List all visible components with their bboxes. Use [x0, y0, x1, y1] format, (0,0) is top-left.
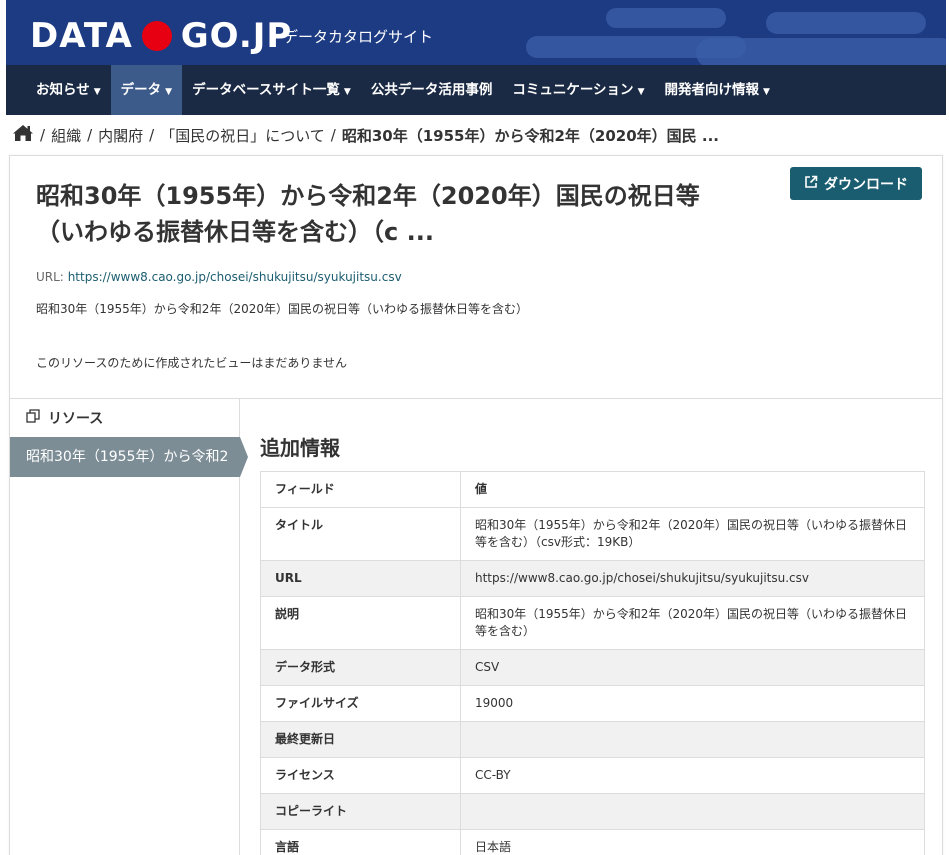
- nav-label: データ: [120, 82, 162, 98]
- value-cell: 昭和30年（1955年）から令和2年（2020年）国民の祝日等（いわゆる振替休日…: [460, 507, 925, 561]
- site-subtitle: データカタログサイト: [283, 28, 434, 46]
- additional-info-title: 追加情報: [260, 436, 340, 460]
- table-row: ライセンス CC-BY: [260, 757, 925, 794]
- table-header-row: フィールド 値: [260, 471, 925, 508]
- value-cell: [460, 721, 925, 758]
- caret-down-icon: ▼: [637, 87, 645, 97]
- sidebar-item-label: 昭和30年（1955年）から令和2: [26, 449, 229, 465]
- site-header: DATA GO.JP データカタログサイト: [6, 0, 946, 65]
- caret-down-icon: ▼: [165, 87, 173, 97]
- main-navbar: お知らせ ▼ データ ▼ データベースサイト一覧 ▼ 公共データ活用事例 コミュニケー…: [6, 65, 946, 115]
- field-cell: コピーライト: [260, 793, 461, 830]
- caret-down-icon: ▼: [93, 87, 101, 97]
- resource-header: 昭和30年（1955年）から令和2年（2020年）国民の祝日等 （いわゆる振替休…: [10, 156, 942, 399]
- resource-panel: 昭和30年（1955年）から令和2年（2020年）国民の祝日等 （いわゆる振替休…: [9, 155, 943, 855]
- home-icon[interactable]: [12, 124, 34, 146]
- resource-title-line: 昭和30年（1955年）から令和2年（2020年）国民の祝日等: [36, 182, 700, 210]
- value-cell: 日本語: [460, 829, 925, 855]
- copy-icon: [26, 409, 40, 427]
- site-logo[interactable]: DATA GO.JP: [30, 16, 292, 56]
- resource-url-link[interactable]: https://www8.cao.go.jp/chosei/shukujitsu…: [68, 270, 402, 284]
- value-cell: [460, 793, 925, 830]
- field-cell: データ形式: [260, 649, 461, 686]
- resource-title: 昭和30年（1955年）から令和2年（2020年）国民の祝日等 （いわゆる振替休…: [36, 178, 736, 250]
- cloud-decoration: [696, 38, 946, 65]
- column-header-value: 値: [460, 471, 925, 508]
- nav-label: コミュニケーション: [512, 82, 634, 98]
- logo-text-right: GO.JP: [180, 16, 293, 56]
- table-row: データ形式 CSV: [260, 649, 925, 686]
- breadcrumb-separator: /: [330, 126, 336, 144]
- download-label: ダウンロード: [824, 176, 908, 193]
- nav-label: お知らせ: [36, 82, 90, 98]
- breadcrumb-item-dataset[interactable]: 「国民の祝日」について: [160, 125, 325, 146]
- field-cell: URL: [260, 560, 461, 597]
- table-row: タイトル 昭和30年（1955年）から令和2年（2020年）国民の祝日等（いわゆる…: [260, 507, 925, 561]
- breadcrumb: / 組織 / 内閣府 / 「国民の祝日」について / 昭和30年（1955年）か…: [12, 122, 719, 148]
- url-label: URL:: [36, 270, 64, 284]
- nav-item-use-cases[interactable]: 公共データ活用事例: [361, 65, 503, 115]
- caret-down-icon: ▼: [343, 87, 351, 97]
- resources-sidebar: リソース 昭和30年（1955年）から令和2: [10, 399, 248, 855]
- cloud-decoration: [606, 8, 726, 28]
- field-cell: ファイルサイズ: [260, 685, 461, 722]
- breadcrumb-item-current[interactable]: 昭和30年（1955年）から令和2年（2020年）国民 ...: [342, 125, 719, 146]
- table-row: コピーライト: [260, 793, 925, 830]
- table-row: URL https://www8.cao.go.jp/chosei/shukuji…: [260, 560, 925, 597]
- additional-info-table: フィールド 値 タイトル 昭和30年（1955年）から令和2年（2020年）国民の…: [260, 471, 925, 855]
- value-cell: https://www8.cao.go.jp/chosei/shukujitsu…: [460, 560, 925, 597]
- resource-description: 昭和30年（1955年）から令和2年（2020年）国民の祝日等（いわゆる振替休日…: [36, 302, 528, 316]
- sidebar-heading-label: リソース: [48, 411, 104, 427]
- table-row: 最終更新日: [260, 721, 925, 758]
- resource-title-line: （いわゆる振替休日等を含む）（c ...: [36, 218, 434, 246]
- field-cell: 説明: [260, 596, 461, 650]
- field-cell: 最終更新日: [260, 721, 461, 758]
- value-cell: 19000: [460, 685, 925, 722]
- breadcrumb-item-organization[interactable]: 組織: [51, 125, 81, 146]
- nav-item-communication[interactable]: コミュニケーション ▼: [502, 65, 654, 115]
- nav-item-news[interactable]: お知らせ ▼: [6, 65, 111, 115]
- download-button[interactable]: ダウンロード: [790, 167, 922, 200]
- field-cell: 言語: [260, 829, 461, 855]
- nav-label: データベースサイト一覧: [192, 82, 340, 98]
- table-row: ファイルサイズ 19000: [260, 685, 925, 722]
- logo-text-left: DATA: [30, 16, 133, 56]
- column-header-field: フィールド: [260, 471, 461, 508]
- nav-label: 開発者向け情報: [664, 82, 759, 98]
- value-cell: 昭和30年（1955年）から令和2年（2020年）国民の祝日等（いわゆる振替休日…: [460, 596, 925, 650]
- breadcrumb-separator: /: [40, 126, 46, 144]
- table-row: 説明 昭和30年（1955年）から令和2年（2020年）国民の祝日等（いわゆる振替…: [260, 596, 925, 650]
- logo-red-dot: [141, 21, 172, 51]
- breadcrumb-item-cabinet-office[interactable]: 内閣府: [98, 125, 143, 146]
- caret-down-icon: ▼: [762, 87, 770, 97]
- breadcrumb-separator: /: [149, 126, 155, 144]
- field-cell: ライセンス: [260, 757, 461, 794]
- value-cell: CSV: [460, 649, 925, 686]
- nav-item-database-sites[interactable]: データベースサイト一覧 ▼: [182, 65, 361, 115]
- no-view-message: このリソースのために作成されたビューはまだありません: [36, 356, 348, 370]
- nav-item-developers[interactable]: 開発者向け情報 ▼: [654, 65, 779, 115]
- sidebar-item-resource[interactable]: 昭和30年（1955年）から令和2: [10, 437, 248, 477]
- table-row: 言語 日本語: [260, 829, 925, 855]
- nav-item-data[interactable]: データ ▼: [110, 65, 183, 115]
- cloud-decoration: [766, 12, 926, 34]
- value-cell: CC-BY: [460, 757, 925, 794]
- nav-label: 公共データ活用事例: [370, 82, 493, 98]
- breadcrumb-separator: /: [87, 126, 93, 144]
- resource-url-line: URL: https://www8.cao.go.jp/chosei/shuku…: [36, 270, 402, 284]
- sidebar-heading: リソース: [10, 399, 239, 437]
- external-link-icon: [804, 175, 818, 193]
- field-cell: タイトル: [260, 507, 461, 561]
